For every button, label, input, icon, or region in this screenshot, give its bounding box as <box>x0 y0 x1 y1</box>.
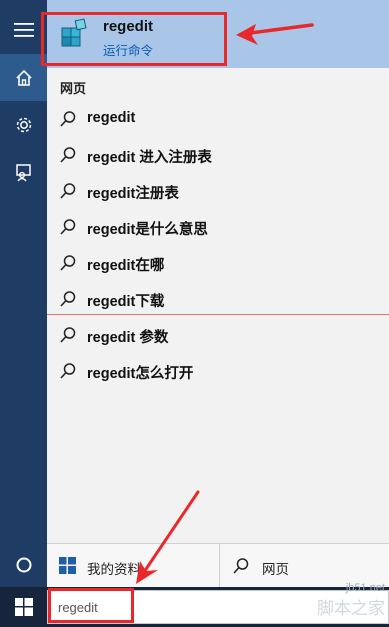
home-button[interactable] <box>0 54 47 101</box>
filter-my-stuff-label: 我的资料 <box>87 562 141 577</box>
suggestion-item[interactable]: regedit是什么意思 <box>47 209 389 245</box>
watermark: jb51.net 脚本之家 <box>317 582 385 619</box>
search-icon <box>233 558 249 574</box>
watermark-url: jb51.net <box>345 582 385 594</box>
windows-start-icon <box>14 598 33 616</box>
suggestion-label: regedit 进入注册表 <box>87 150 212 166</box>
search-icon <box>60 147 76 163</box>
gear-icon <box>16 117 31 132</box>
suggestion-item[interactable]: regedit注册表 <box>47 173 389 209</box>
feedback-button[interactable] <box>0 149 47 196</box>
search-results-panel: regedit 运行命令 网页 regedit regedit 进入注册表 re… <box>47 0 389 543</box>
search-icon <box>60 219 76 235</box>
filter-web-label: 网页 <box>262 562 289 577</box>
suggestion-label: regedit <box>87 110 136 126</box>
suggestion-label: regedit下载 <box>87 294 165 310</box>
suggestion-label: regedit怎么打开 <box>87 366 194 382</box>
feedback-icon <box>15 163 31 181</box>
suggestion-item[interactable]: regedit在哪 <box>47 245 389 281</box>
hamburger-menu-icon <box>13 22 34 37</box>
divider-line <box>47 314 389 315</box>
settings-button[interactable] <box>0 101 47 148</box>
search-icon <box>60 111 76 127</box>
suggestion-label: regedit是什么意思 <box>87 222 208 238</box>
watermark-text: 脚本之家 <box>317 599 385 618</box>
cortana-button[interactable] <box>0 543 47 587</box>
start-rail <box>0 0 47 587</box>
search-icon <box>60 291 76 307</box>
filter-my-stuff[interactable]: 我的资料 <box>47 544 219 588</box>
suggestion-label: regedit注册表 <box>87 186 179 202</box>
start-button[interactable] <box>0 587 47 627</box>
search-icon <box>60 363 76 379</box>
suggestion-item[interactable]: regedit怎么打开 <box>47 353 389 389</box>
annotation-box-search <box>48 588 134 623</box>
suggestion-item[interactable]: regedit 进入注册表 <box>47 137 389 173</box>
annotation-box-best-match <box>41 12 227 66</box>
home-icon <box>15 69 32 86</box>
search-icon <box>60 327 76 343</box>
hamburger-menu-button[interactable] <box>0 6 47 53</box>
suggestion-item[interactable]: regedit <box>47 101 389 137</box>
search-icon <box>60 183 76 199</box>
suggestion-label: regedit 参数 <box>87 330 169 346</box>
cortana-circle-icon <box>16 557 31 573</box>
windows-logo-icon <box>59 557 76 574</box>
suggestion-item[interactable]: regedit下载 <box>47 281 389 317</box>
section-heading: 网页 <box>60 81 87 96</box>
suggestion-label: regedit在哪 <box>87 258 165 274</box>
search-icon <box>60 255 76 271</box>
suggestion-item[interactable]: regedit 参数 <box>47 317 389 353</box>
